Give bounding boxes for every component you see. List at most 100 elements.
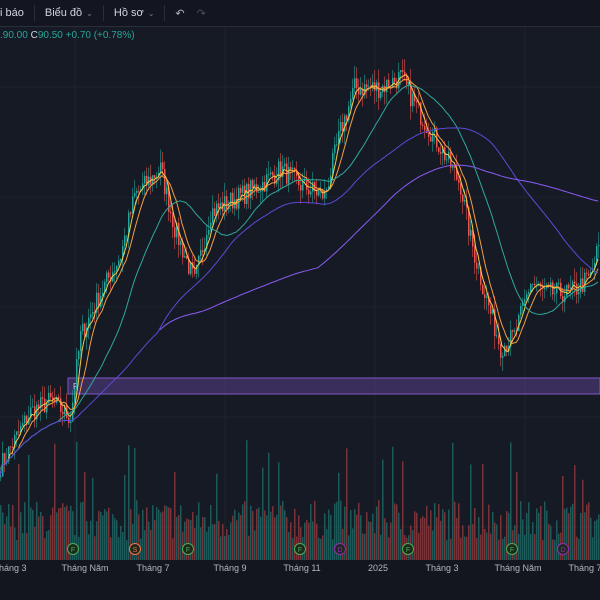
- profile-menu-button[interactable]: Hồ sơ ⌄: [104, 0, 165, 26]
- volume-bar: [242, 504, 244, 560]
- candle-body: [366, 84, 368, 88]
- volume-bar: [380, 534, 382, 560]
- candle-body: [354, 78, 356, 89]
- volume-bar: [590, 517, 592, 560]
- volume-bar: [256, 508, 258, 560]
- candle-body: [288, 167, 290, 184]
- volume-bar: [416, 512, 418, 560]
- volume-bar: [126, 539, 128, 560]
- volume-bar: [362, 533, 364, 560]
- candle-body: [250, 180, 252, 199]
- candle-body: [378, 82, 380, 99]
- undo-button[interactable]: ↶: [165, 0, 194, 26]
- event-marker-s[interactable]: S: [129, 543, 141, 555]
- event-marker-f[interactable]: F: [67, 543, 79, 555]
- volume-bar: [292, 538, 294, 560]
- volume-bar: [284, 510, 286, 560]
- candle-body: [124, 235, 126, 247]
- volume-bar: [594, 521, 596, 560]
- chart-menu-button[interactable]: Biểu đồ ⌄: [35, 0, 103, 26]
- volume-bar: [420, 518, 422, 560]
- alerts-button[interactable]: i báo: [0, 0, 34, 26]
- volume-bar: [150, 529, 152, 560]
- candle-body: [310, 191, 312, 195]
- candle-body: [190, 262, 192, 274]
- volume-bar: [452, 442, 454, 560]
- event-marker-f[interactable]: F: [506, 543, 518, 555]
- candle-body: [144, 175, 146, 184]
- candle-body: [490, 305, 492, 314]
- volume-bar: [394, 503, 396, 560]
- volume-bar: [240, 515, 242, 560]
- candle-body: [184, 256, 186, 258]
- volume-bar: [208, 526, 210, 560]
- candle-body: [586, 272, 588, 274]
- candle-body: [352, 88, 354, 99]
- volume-bar: [470, 464, 472, 560]
- candle-body: [78, 351, 80, 360]
- candle-body: [552, 282, 554, 295]
- volume-bar: [16, 539, 18, 560]
- volume-bar: [360, 515, 362, 560]
- volume-bar: [246, 440, 248, 560]
- volume-bar: [164, 505, 166, 560]
- candle-body: [532, 283, 534, 285]
- redo-button[interactable]: ↷: [195, 0, 208, 26]
- volume-bar: [598, 514, 600, 560]
- volume-bar: [228, 535, 230, 560]
- volume-bar: [484, 528, 486, 560]
- event-marker-d[interactable]: D: [334, 543, 346, 555]
- volume-bar: [32, 509, 34, 560]
- event-marker-f[interactable]: F: [294, 543, 306, 555]
- volume-bar: [98, 510, 100, 560]
- volume-bar: [570, 506, 572, 560]
- event-label: F: [406, 547, 410, 554]
- time-axis[interactable]: Tháng 3 Tháng Năm Tháng 7 Tháng 9 Tháng 11 20…: [0, 560, 600, 578]
- volume-bar: [252, 511, 254, 560]
- volume-bar: [492, 511, 494, 560]
- volume-bar: [444, 512, 446, 560]
- volume-bar: [258, 507, 260, 560]
- volume-bar: [282, 500, 284, 560]
- volume-bar: [306, 519, 308, 560]
- price-chart[interactable]: FF S F F D F F D: [0, 27, 600, 560]
- volume-bar: [368, 521, 370, 560]
- volume-bar: [56, 512, 58, 560]
- volume-bar: [464, 536, 466, 560]
- event-marker-f[interactable]: F: [182, 543, 194, 555]
- volume-bar: [364, 533, 366, 560]
- volume-bar: [454, 501, 456, 560]
- candle-body: [0, 476, 2, 478]
- candle-body: [238, 187, 240, 209]
- candle-body: [212, 208, 214, 223]
- volume-bar: [388, 537, 390, 560]
- volume-bar: [578, 538, 580, 560]
- candle-body: [292, 167, 294, 170]
- volume-bar: [318, 537, 320, 560]
- event-label: D: [560, 547, 565, 554]
- volume-bar: [212, 524, 214, 560]
- candle-body: [44, 398, 46, 413]
- volume-bar: [230, 522, 232, 560]
- volume-bar: [280, 505, 282, 560]
- candle-body: [318, 190, 320, 196]
- volume-bar: [214, 524, 216, 560]
- candle-body: [136, 190, 138, 193]
- volume-bar: [166, 506, 168, 560]
- candle-body: [506, 345, 508, 352]
- candle-body: [214, 208, 216, 216]
- candle-body: [90, 314, 92, 318]
- event-marker-f[interactable]: F: [402, 543, 414, 555]
- candle-body: [58, 396, 60, 399]
- event-marker-d[interactable]: D: [557, 543, 569, 555]
- candle-body: [200, 250, 202, 256]
- volume-bar: [356, 514, 358, 560]
- volume-bar: [490, 533, 492, 560]
- volume-bar: [60, 507, 62, 560]
- candle-body: [220, 202, 222, 208]
- candle-body: [208, 229, 210, 235]
- event-label: F: [298, 547, 302, 554]
- volume-bar: [448, 509, 450, 560]
- volume-bar: [346, 448, 348, 560]
- candle-body: [576, 283, 578, 295]
